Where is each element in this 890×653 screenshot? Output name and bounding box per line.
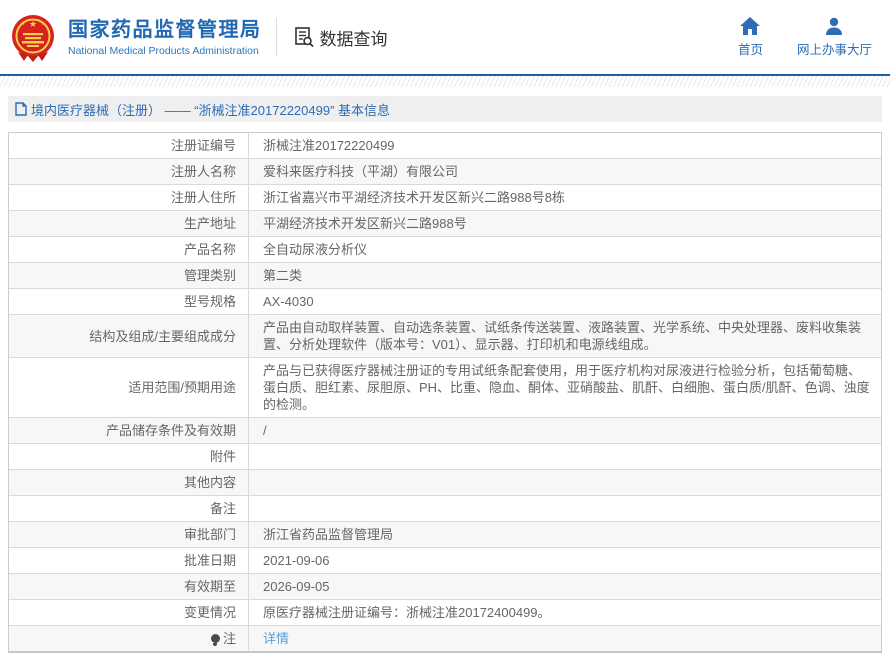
row-value: 第二类 [249, 263, 881, 288]
row-value: 详情 [249, 626, 881, 651]
table-row: 注册人住所浙江省嘉兴市平湖经济技术开发区新兴二路988号8栋 [9, 184, 881, 210]
table-row: 产品储存条件及有效期/ [9, 417, 881, 443]
org-titles: 国家药品监督管理局 National Medical Products Admi… [68, 18, 262, 57]
breadcrumb: 境内医疗器械（注册） —— “浙械注准20172220499” 基本信息 [8, 96, 882, 122]
table-row: 产品名称全自动尿液分析仪 [9, 236, 881, 262]
table-row: 结构及组成/主要组成成分产品由自动取样装置、自动选条装置、试纸条传送装置、液路装… [9, 314, 881, 357]
data-query-label: 数据查询 [320, 25, 388, 50]
row-label: 批准日期 [9, 548, 249, 573]
row-label: 备注 [9, 496, 249, 521]
page-icon [15, 102, 27, 116]
nav-service-hall-label: 网上办事大厅 [797, 39, 872, 58]
row-value: / [249, 418, 881, 443]
table-row: 批准日期2021-09-06 [9, 547, 881, 573]
nav-home-label: 首页 [738, 39, 763, 58]
user-icon [825, 17, 843, 35]
row-label: 变更情况 [9, 600, 249, 625]
row-value: 爱科来医疗科技（平湖）有限公司 [249, 159, 881, 184]
document-search-icon [293, 26, 315, 48]
table-row: 注册人名称爱科来医疗科技（平湖）有限公司 [9, 158, 881, 184]
table-row: 适用范围/预期用途产品与已获得医疗器械注册证的专用试纸条配套使用，用于医疗机构对… [9, 357, 881, 417]
row-value [249, 496, 881, 521]
breadcrumb-text: 境内医疗器械（注册） —— “浙械注准20172220499” 基本信息 [31, 100, 390, 119]
table-row: 备注 [9, 495, 881, 521]
row-value [249, 444, 881, 469]
svg-text:★: ★ [41, 21, 45, 26]
row-label: 注册人名称 [9, 159, 249, 184]
table-row: 其他内容 [9, 469, 881, 495]
row-label: 其他内容 [9, 470, 249, 495]
row-label: 产品名称 [9, 237, 249, 262]
table-row: 生产地址平湖经济技术开发区新兴二路988号 [9, 210, 881, 236]
detail-link[interactable]: 详情 [263, 631, 289, 646]
row-value: 原医疗器械注册证编号：浙械注准20172400499。 [249, 600, 881, 625]
home-icon [740, 17, 760, 35]
row-value [249, 470, 881, 495]
row-value: 浙械注准20172220499 [249, 133, 881, 158]
row-value: 平湖经济技术开发区新兴二路988号 [249, 211, 881, 236]
row-value: 产品由自动取样装置、自动选条装置、试纸条传送装置、液路装置、光学系统、中央处理器… [249, 315, 881, 357]
svg-text:★: ★ [21, 21, 25, 26]
row-label: 产品储存条件及有效期 [9, 418, 249, 443]
table-row: 附件 [9, 443, 881, 469]
bulb-icon [211, 634, 220, 643]
row-value: 2021-09-06 [249, 548, 881, 573]
table-row: 变更情况原医疗器械注册证编号：浙械注准20172400499。 [9, 599, 881, 625]
row-label: 注册证编号 [9, 133, 249, 158]
row-label: 型号规格 [9, 289, 249, 314]
info-table: 注册证编号浙械注准20172220499注册人名称爱科来医疗科技（平湖）有限公司… [8, 132, 882, 653]
row-label: 结构及组成/主要组成成分 [9, 315, 249, 357]
hatch-band [0, 76, 890, 87]
row-label: 生产地址 [9, 211, 249, 236]
row-value: 2026-09-05 [249, 574, 881, 599]
nav-home[interactable]: 首页 [738, 17, 763, 58]
row-label: 注册人住所 [9, 185, 249, 210]
row-label: 有效期至 [9, 574, 249, 599]
row-value: 浙江省药品监督管理局 [249, 522, 881, 547]
table-row: 注册证编号浙械注准20172220499 [9, 133, 881, 158]
table-row: 管理类别第二类 [9, 262, 881, 288]
nmpa-emblem-logo: ★ ★ ★ [8, 12, 58, 62]
row-value: AX-4030 [249, 289, 881, 314]
brand: ★ ★ ★ 国家药品监督管理局 National Medical Product… [8, 12, 262, 62]
org-subtitle: National Medical Products Administration [68, 45, 262, 57]
row-value: 全自动尿液分析仪 [249, 237, 881, 262]
row-label: 管理类别 [9, 263, 249, 288]
table-row: 审批部门浙江省药品监督管理局 [9, 521, 881, 547]
row-label: 注 [9, 626, 249, 651]
row-label: 适用范围/预期用途 [9, 358, 249, 417]
table-row: 型号规格AX-4030 [9, 288, 881, 314]
org-title: 国家药品监督管理局 [68, 18, 262, 42]
site-header: ★ ★ ★ 国家药品监督管理局 National Medical Product… [0, 0, 890, 74]
row-label: 附件 [9, 444, 249, 469]
table-row: 有效期至2026-09-05 [9, 573, 881, 599]
svg-text:★: ★ [29, 19, 37, 29]
table-row: 注详情 [9, 625, 881, 651]
nav-service-hall[interactable]: 网上办事大厅 [797, 17, 872, 58]
row-value: 浙江省嘉兴市平湖经济技术开发区新兴二路988号8栋 [249, 185, 881, 210]
row-label: 审批部门 [9, 522, 249, 547]
header-divider [276, 18, 277, 56]
row-value: 产品与已获得医疗器械注册证的专用试纸条配套使用，用于医疗机构对尿液进行检验分析，… [249, 358, 881, 417]
data-query-tab[interactable]: 数据查询 [293, 25, 388, 50]
